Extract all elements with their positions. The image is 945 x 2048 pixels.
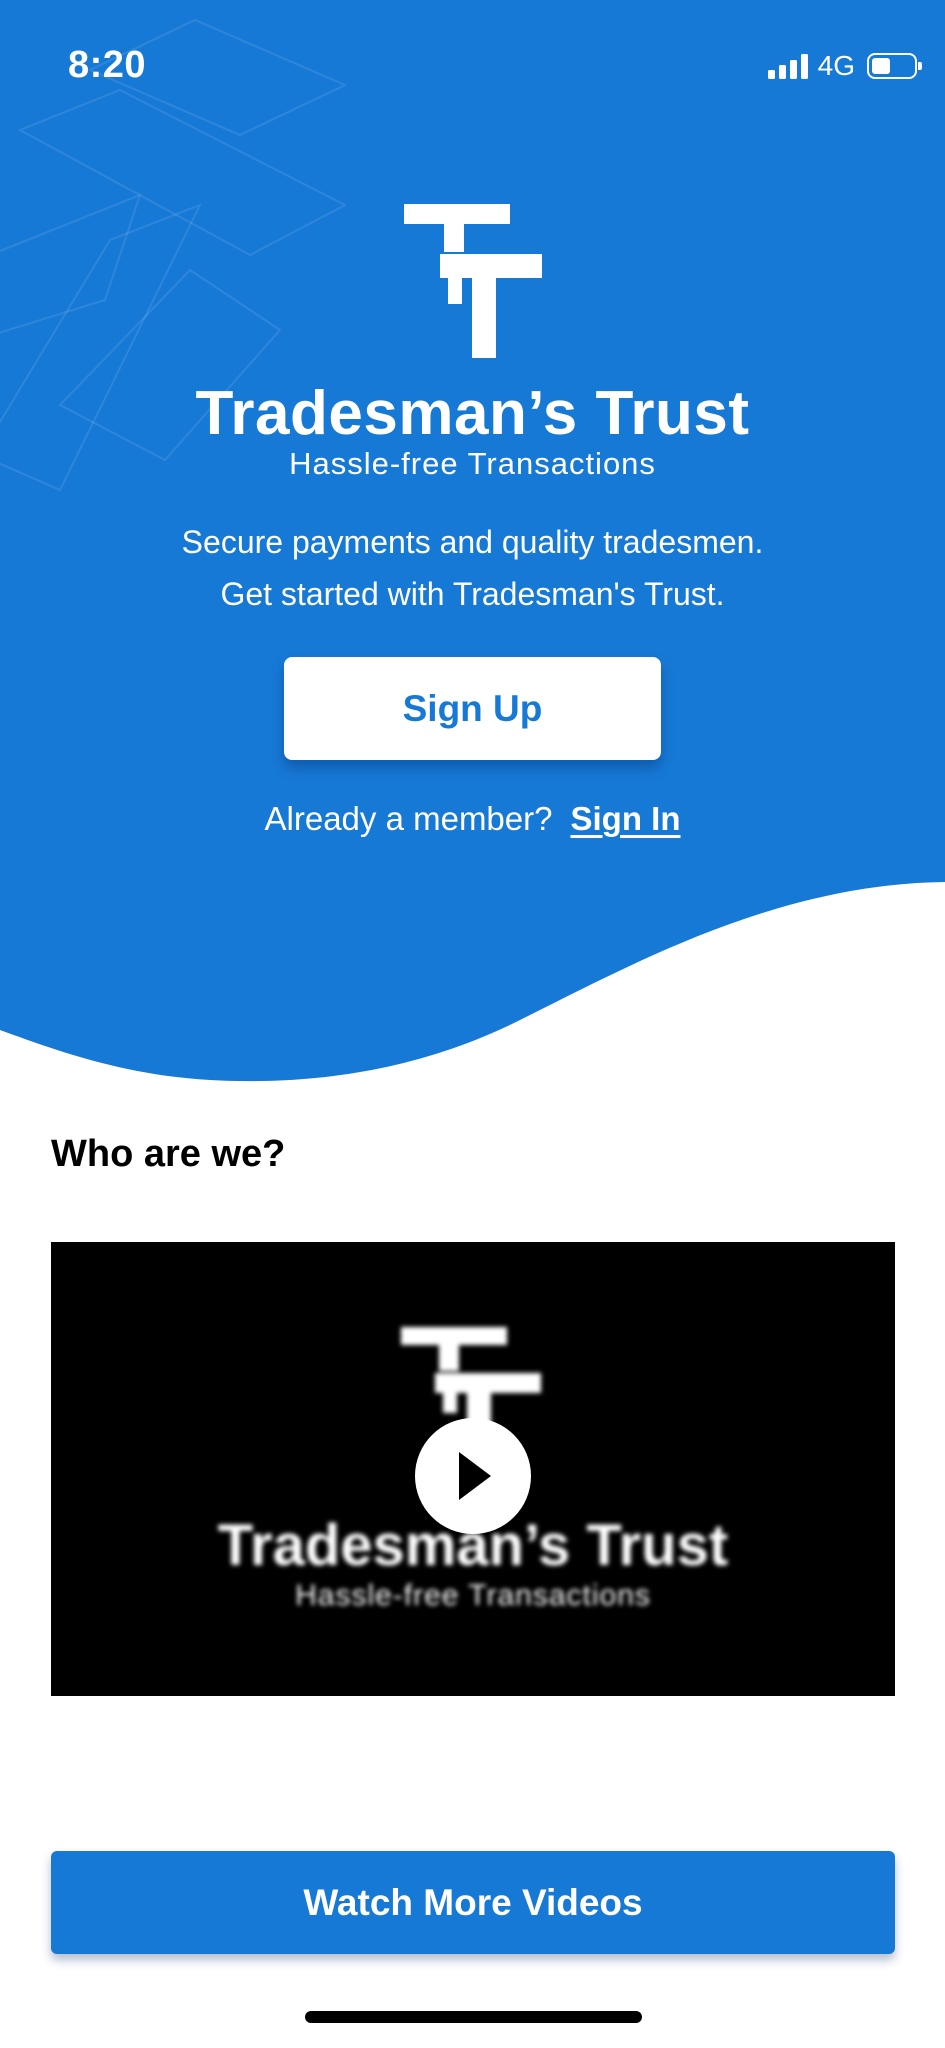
sign-in-link[interactable]: Sign In xyxy=(570,800,680,837)
battery-level-fill xyxy=(872,58,890,74)
tradesmans-trust-logo-icon xyxy=(404,204,542,358)
intro-video-player[interactable]: Tradesman’s Trust Hassle-free Transactio… xyxy=(51,1242,895,1696)
brand-name: Tradesman’s Trust xyxy=(195,379,750,448)
intro-text-line-1: Secure payments and quality tradesmen. xyxy=(181,524,764,560)
play-button[interactable] xyxy=(415,1418,531,1534)
member-prompt-text: Already a member? xyxy=(264,800,553,837)
battery-icon xyxy=(867,53,922,79)
play-icon xyxy=(459,1452,491,1500)
sign-in-prompt: Already a member? Sign In xyxy=(0,800,945,838)
video-brand-tagline: Hassle-free Transactions xyxy=(295,1579,651,1612)
section-heading-who-are-we: Who are we? xyxy=(51,1133,286,1175)
status-time: 8:20 xyxy=(68,44,147,86)
intro-text-line-2: Get started with Tradesman's Trust. xyxy=(220,576,725,612)
home-indicator[interactable] xyxy=(305,2011,642,2023)
network-type-label: 4G xyxy=(817,50,855,81)
status-indicators: 4G xyxy=(767,50,922,82)
sign-up-button[interactable]: Sign Up xyxy=(284,657,661,760)
cellular-signal-icon xyxy=(767,53,808,79)
watch-more-videos-button[interactable]: Watch More Videos xyxy=(51,1851,895,1954)
hero-section: 8:20 4G Tradesman’s Trust Hassle-free Tr… xyxy=(0,0,945,1100)
brand-tagline: Hassle-free Transactions xyxy=(289,446,656,481)
